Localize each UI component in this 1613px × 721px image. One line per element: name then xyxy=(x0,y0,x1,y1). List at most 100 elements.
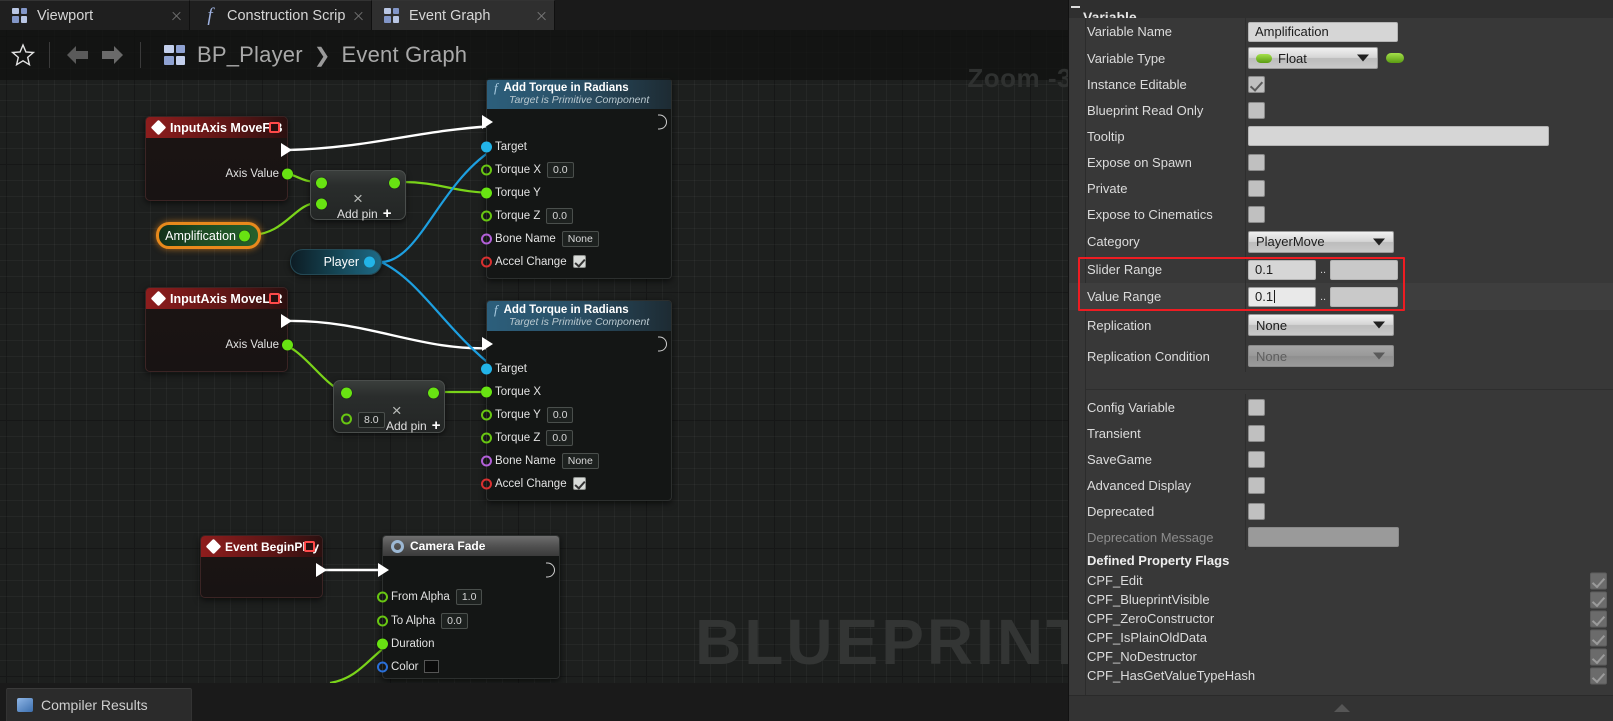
tab-viewport[interactable]: Viewport xyxy=(0,0,190,30)
add-pin-button[interactable]: Add pin + xyxy=(337,206,391,221)
node-pin-row[interactable]: Torque Y 0.0 xyxy=(481,403,671,426)
slider-range-min-input[interactable]: 0.1 xyxy=(1248,259,1316,280)
instance-editable-checkbox[interactable] xyxy=(1248,75,1265,93)
arrow-left-icon[interactable] xyxy=(61,40,95,70)
variable-section-header[interactable]: Variable xyxy=(1069,0,1613,18)
node-pin-row[interactable]: Duration xyxy=(377,632,559,655)
config-variable-checkbox[interactable] xyxy=(1248,398,1265,416)
node-pin-row[interactable]: Axis Value xyxy=(146,333,293,357)
accel-change-checkbox[interactable] xyxy=(572,255,586,268)
node-pin-row[interactable]: Torque X xyxy=(481,380,671,403)
multiply-output-pin[interactable] xyxy=(428,387,439,399)
replication-combo[interactable]: None xyxy=(1248,314,1394,336)
savegame-checkbox[interactable] xyxy=(1248,450,1265,468)
close-icon[interactable] xyxy=(171,10,182,21)
arrow-right-icon[interactable] xyxy=(95,40,129,70)
star-icon[interactable] xyxy=(8,40,38,70)
node-event-begin-play[interactable]: Event BeginPlay xyxy=(200,535,327,598)
from-alpha-value[interactable]: 1.0 xyxy=(455,588,483,605)
torque-z-value[interactable]: 0.0 xyxy=(546,429,573,446)
breadcrumb-current[interactable]: Event Graph xyxy=(342,42,468,68)
node-pin-row[interactable]: Axis Value xyxy=(146,162,293,186)
node-multiply-top[interactable]: × Add pin + xyxy=(310,170,406,221)
exec-out-pin[interactable] xyxy=(546,562,555,578)
node-pin-row[interactable]: Accel Change xyxy=(481,250,671,273)
expose-on-spawn-checkbox[interactable] xyxy=(1248,153,1265,171)
bone-name-value[interactable]: None xyxy=(561,230,599,247)
multiply-output-pin[interactable] xyxy=(389,177,400,189)
torque-z-in-pin[interactable] xyxy=(481,210,492,221)
close-icon[interactable] xyxy=(353,10,364,21)
node-pin-row[interactable] xyxy=(201,557,327,583)
torque-z-in-pin[interactable] xyxy=(481,432,492,443)
value-range-min-input[interactable]: 0.1 xyxy=(1248,286,1316,307)
torque-x-in-pin[interactable] xyxy=(481,386,492,397)
add-pin-button[interactable]: Add pin + xyxy=(386,418,440,433)
target-in-pin[interactable] xyxy=(481,141,492,152)
blueprint-read-only-checkbox[interactable] xyxy=(1248,101,1265,119)
node-pin-row[interactable] xyxy=(146,309,292,333)
node-exec-row[interactable] xyxy=(482,331,671,357)
node-camera-fade[interactable]: Camera Fade From Alpha 1.0 To Alpha 0.0 … xyxy=(377,535,560,679)
torque-z-value[interactable]: 0.0 xyxy=(546,207,573,224)
private-checkbox[interactable] xyxy=(1248,179,1265,197)
tab-construction-script[interactable]: f Construction Scrip xyxy=(190,0,372,30)
multiply-input-b-value[interactable]: 8.0 xyxy=(358,412,385,428)
bone-name-in-pin[interactable] xyxy=(481,233,492,244)
duration-in-pin[interactable] xyxy=(377,638,388,649)
node-inputaxis-move-fb[interactable]: InputAxis MoveF/B Axis Value xyxy=(145,116,293,201)
value-out-pin[interactable] xyxy=(239,230,250,241)
tab-compiler-results[interactable]: Compiler Results xyxy=(6,688,192,721)
exec-out-pin[interactable] xyxy=(316,563,327,577)
transient-checkbox[interactable] xyxy=(1248,424,1265,442)
axis-value-out-pin[interactable] xyxy=(282,339,293,351)
accel-change-in-pin[interactable] xyxy=(481,478,492,489)
expose-to-cinematics-checkbox[interactable] xyxy=(1248,205,1265,223)
to-alpha-in-pin[interactable] xyxy=(377,615,388,626)
category-combo[interactable]: PlayerMove xyxy=(1248,230,1394,253)
variable-type-combo[interactable]: Float xyxy=(1248,47,1378,69)
node-add-torque-top[interactable]: f Add Torque in Radians Target is Primit… xyxy=(481,78,672,279)
exec-in-pin[interactable] xyxy=(378,563,389,577)
node-get-amplification[interactable]: Amplification xyxy=(156,222,261,249)
tab-event-graph[interactable]: Event Graph xyxy=(372,0,555,30)
breadcrumb-root[interactable]: BP_Player xyxy=(197,42,303,68)
exec-in-pin[interactable] xyxy=(482,115,493,129)
accel-change-checkbox[interactable] xyxy=(572,477,586,490)
torque-x-value[interactable]: 0.0 xyxy=(547,161,574,178)
node-pin-row[interactable]: Target xyxy=(481,357,671,380)
node-exec-row[interactable] xyxy=(378,556,559,584)
collapse-icon[interactable] xyxy=(1071,6,1080,8)
color-in-pin[interactable] xyxy=(377,661,388,672)
exec-out-pin[interactable] xyxy=(658,114,667,130)
close-icon[interactable] xyxy=(536,10,547,21)
player-out-pin[interactable] xyxy=(364,256,375,268)
node-multiply-bottom[interactable]: 8.0 × Add pin + xyxy=(333,380,445,433)
node-pin-row[interactable]: From Alpha 1.0 xyxy=(377,584,559,609)
multiply-input-a-pin[interactable] xyxy=(341,387,352,399)
torque-y-value[interactable]: 0.0 xyxy=(546,406,574,423)
node-add-torque-bottom[interactable]: f Add Torque in Radians Target is Primit… xyxy=(481,300,672,501)
exec-out-pin[interactable] xyxy=(658,336,667,352)
exec-in-pin[interactable] xyxy=(482,337,493,351)
torque-y-in-pin[interactable] xyxy=(481,187,492,198)
node-pin-row[interactable]: Accel Change xyxy=(481,472,671,495)
node-pin-row[interactable]: Torque Z 0.0 xyxy=(481,426,671,449)
target-in-pin[interactable] xyxy=(481,363,492,374)
graph-canvas[interactable]: BLUEPRINT InputAxis MoveF/B Axis Value I… xyxy=(0,30,1068,683)
multiply-input-b-pin[interactable] xyxy=(316,198,327,210)
node-pin-row[interactable]: Color xyxy=(377,655,559,678)
node-get-player[interactable]: Player xyxy=(290,249,382,275)
bone-name-value[interactable]: None xyxy=(561,452,599,469)
node-pin-row[interactable]: Bone Name None xyxy=(481,227,671,250)
torque-y-in-pin[interactable] xyxy=(481,409,492,420)
chevron-up-icon[interactable] xyxy=(1333,704,1350,712)
node-pin-row[interactable]: Torque Y xyxy=(481,181,671,204)
multiply-input-b-pin[interactable] xyxy=(341,413,352,425)
value-range-max-input[interactable] xyxy=(1330,286,1399,307)
node-pin-row[interactable] xyxy=(146,138,292,162)
torque-x-in-pin[interactable] xyxy=(481,164,492,175)
node-pin-row[interactable]: To Alpha 0.0 xyxy=(377,609,559,632)
node-pin-row[interactable]: Torque Z 0.0 xyxy=(481,204,671,227)
deprecated-checkbox[interactable] xyxy=(1248,502,1265,520)
